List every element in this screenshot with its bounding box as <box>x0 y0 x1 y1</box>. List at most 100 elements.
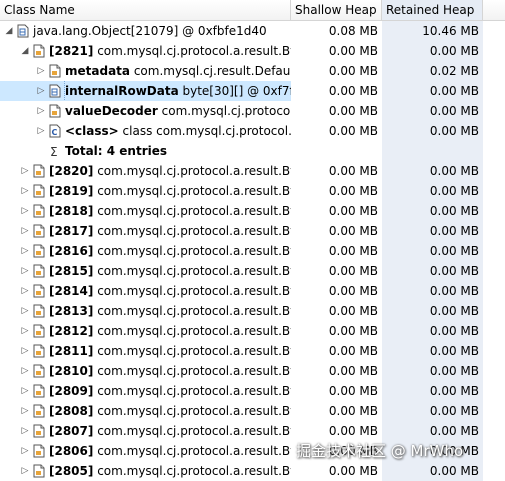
class-icon: C <box>49 124 61 138</box>
expand-toggle-collapsed-icon[interactable]: ▷ <box>20 181 30 201</box>
class-name-cell[interactable]: ▷ [2816] com.mysql.cj.protocol.a.result.B… <box>0 241 291 261</box>
tree-row[interactable]: ▷ [2814] com.mysql.cj.protocol.a.result.B… <box>0 281 505 301</box>
expand-toggle-collapsed-icon[interactable]: ▷ <box>36 61 46 81</box>
watermark: 掘金技术社区 @ MrWho <box>296 442 464 460</box>
class-name-cell[interactable]: ▷ [2810] com.mysql.cj.protocol.a.result.B… <box>0 361 291 381</box>
expand-toggle-collapsed-icon[interactable]: ▷ <box>20 201 30 221</box>
tree-row[interactable]: ▷ [2811] com.mysql.cj.protocol.a.result.B… <box>0 341 505 361</box>
expand-toggle-collapsed-icon[interactable]: ▷ <box>36 81 46 101</box>
retained-heap-cell: 0.02 MB <box>382 61 483 81</box>
object-icon <box>49 104 61 118</box>
tree-row[interactable]: ▷ [2819] com.mysql.cj.protocol.a.result.B… <box>0 181 505 201</box>
tree-row[interactable]: ▷ [2808] com.mysql.cj.protocol.a.result.B… <box>0 401 505 421</box>
row-field-name: [2817] <box>49 224 94 238</box>
column-header: Class Name Shallow Heap Retained Heap <box>0 0 505 21</box>
expand-toggle-collapsed-icon[interactable]: ▷ <box>20 441 30 461</box>
class-name-cell[interactable]: ▷ [2807] com.mysql.cj.protocol.a.result.B… <box>0 421 291 441</box>
expand-toggle-collapsed-icon[interactable]: ▷ <box>20 221 30 241</box>
expand-toggle-collapsed-icon[interactable]: ▷ <box>36 121 46 141</box>
retained-heap-cell: 0.00 MB <box>382 261 483 281</box>
tree-row[interactable]: ▷ [2809] com.mysql.cj.protocol.a.result.B… <box>0 381 505 401</box>
expand-toggle-collapsed-icon[interactable]: ▷ <box>20 421 30 441</box>
tree-row[interactable]: ▷ metadata com.mysql.cj.result.DefaultCol… <box>0 61 505 81</box>
tree-row[interactable]: ▷ [2820] com.mysql.cj.protocol.a.result.B… <box>0 161 505 181</box>
shallow-heap-cell: 0.00 MB <box>328 44 378 58</box>
class-name-cell[interactable]: ▷ [2811] com.mysql.cj.protocol.a.result.B… <box>0 341 291 361</box>
tree-row[interactable]: ▷ [2817] com.mysql.cj.protocol.a.result.B… <box>0 221 505 241</box>
tree-row[interactable]: ▷ internalRowData byte[30][] @ 0xf7fe0000… <box>0 81 505 101</box>
shallow-heap-cell <box>291 141 382 161</box>
row-class-text: com.mysql.cj.protocol.a.result.ByteArray… <box>97 364 291 378</box>
class-name-cell[interactable]: ▷ [2819] com.mysql.cj.protocol.a.result.B… <box>0 181 291 201</box>
expand-toggle-expanded-icon[interactable]: ◢ <box>4 21 14 41</box>
row-class-text: com.mysql.cj.protocol.a.result.ByteArray… <box>97 304 291 318</box>
column-retained-heap[interactable]: Retained Heap <box>382 0 483 20</box>
row-class-text: com.mysql.cj.protocol.a.result.ByteArray… <box>97 264 291 278</box>
row-field-name: [2807] <box>49 424 94 438</box>
expand-toggle-expanded-icon[interactable]: ◢ <box>20 41 30 61</box>
class-name-cell[interactable]: ▷ internalRowData byte[30][] @ 0xf7fe0000 <box>0 81 291 101</box>
row-class-text: com.mysql.cj.protocol.a.result.ByteArray… <box>97 224 291 238</box>
expand-toggle-collapsed-icon[interactable]: ▷ <box>20 461 30 481</box>
retained-heap-cell: 0.00 MB <box>382 461 483 481</box>
tree-row[interactable]: ▷ [2813] com.mysql.cj.protocol.a.result.B… <box>0 301 505 321</box>
class-name-cell[interactable]: ▷ [2817] com.mysql.cj.protocol.a.result.B… <box>0 221 291 241</box>
tree-row[interactable]: ▷ valueDecoder com.mysql.cj.protocol.a.My… <box>0 101 505 121</box>
class-name-cell[interactable]: ▷ [2812] com.mysql.cj.protocol.a.result.B… <box>0 321 291 341</box>
class-name-cell[interactable]: ▷ [2808] com.mysql.cj.protocol.a.result.B… <box>0 401 291 421</box>
tree-row[interactable]: ▷ [2812] com.mysql.cj.protocol.a.result.B… <box>0 321 505 341</box>
retained-heap-cell: 0.00 MB <box>382 201 483 221</box>
object-icon <box>33 164 45 178</box>
retained-heap-cell: 0.00 MB <box>382 361 483 381</box>
class-name-cell[interactable]: ▷ [2814] com.mysql.cj.protocol.a.result.B… <box>0 281 291 301</box>
class-name-cell[interactable]: ▷ [2813] com.mysql.cj.protocol.a.result.B… <box>0 301 291 321</box>
row-field-name: metadata <box>65 64 130 78</box>
object-icon <box>33 44 45 58</box>
row-label: [2818] com.mysql.cj.protocol.a.result.By… <box>49 201 291 221</box>
tree-blank-area <box>483 21 505 471</box>
tree-row[interactable]: Σ Total: 4 entries <box>0 141 505 161</box>
tree-row[interactable]: ▷ [2816] com.mysql.cj.protocol.a.result.B… <box>0 241 505 261</box>
shallow-heap-cell: 0.00 MB <box>328 164 378 178</box>
class-name-cell[interactable]: ▷ valueDecoder com.mysql.cj.protocol.a.My… <box>0 101 291 121</box>
class-name-cell[interactable]: ▷ [2820] com.mysql.cj.protocol.a.result.B… <box>0 161 291 181</box>
class-name-cell[interactable]: ▷ C <class> class com.mysql.cj.protocol.a.… <box>0 121 291 141</box>
tree-row[interactable]: ▷ [2805] com.mysql.cj.protocol.a.result.B… <box>0 461 505 481</box>
tree-row[interactable]: ▷ C <class> class com.mysql.cj.protocol.a.… <box>0 121 505 141</box>
expand-toggle-collapsed-icon[interactable]: ▷ <box>20 361 30 381</box>
expand-toggle-collapsed-icon[interactable]: ▷ <box>20 261 30 281</box>
class-name-cell[interactable]: ▷ metadata com.mysql.cj.result.DefaultCol… <box>0 61 291 81</box>
row-class-text: class com.mysql.cj.protocol.a.result.Byt… <box>122 124 291 138</box>
class-name-cell[interactable]: ◢ java.lang.Object[21079] @ 0xfbfe1d40 <box>0 21 291 41</box>
expand-toggle-collapsed-icon[interactable]: ▷ <box>20 161 30 181</box>
class-name-cell[interactable]: ▷ [2806] com.mysql.cj.protocol.a.result.B… <box>0 441 291 461</box>
class-name-cell[interactable]: ▷ [2805] com.mysql.cj.protocol.a.result.B… <box>0 461 291 481</box>
tree-row[interactable]: ▷ [2810] com.mysql.cj.protocol.a.result.B… <box>0 361 505 381</box>
tree-row[interactable]: ◢ java.lang.Object[21079] @ 0xfbfe1d40 0.0… <box>0 21 505 41</box>
tree-row[interactable]: ▷ [2815] com.mysql.cj.protocol.a.result.B… <box>0 261 505 281</box>
heap-tree[interactable]: ◢ java.lang.Object[21079] @ 0xfbfe1d40 0.0… <box>0 21 505 481</box>
class-name-cell[interactable]: Σ Total: 4 entries <box>0 141 291 161</box>
row-label: [2807] com.mysql.cj.protocol.a.result.By… <box>49 421 291 441</box>
tree-row[interactable]: ◢ [2821] com.mysql.cj.protocol.a.result.B… <box>0 41 505 61</box>
column-class-name[interactable]: Class Name <box>0 0 291 20</box>
expand-toggle-collapsed-icon[interactable]: ▷ <box>20 401 30 421</box>
class-name-cell[interactable]: ◢ [2821] com.mysql.cj.protocol.a.result.B… <box>0 41 291 61</box>
class-name-cell[interactable]: ▷ [2815] com.mysql.cj.protocol.a.result.B… <box>0 261 291 281</box>
row-class-text: com.mysql.cj.protocol.a.result.ByteArray… <box>97 464 291 478</box>
tree-row[interactable]: ▷ [2818] com.mysql.cj.protocol.a.result.B… <box>0 201 505 221</box>
column-shallow-heap[interactable]: Shallow Heap <box>291 0 382 20</box>
object-icon <box>49 64 61 78</box>
class-name-cell[interactable]: ▷ [2818] com.mysql.cj.protocol.a.result.B… <box>0 201 291 221</box>
expand-toggle-collapsed-icon[interactable]: ▷ <box>20 301 30 321</box>
expand-toggle-collapsed-icon[interactable]: ▷ <box>20 341 30 361</box>
class-name-cell[interactable]: ▷ [2809] com.mysql.cj.protocol.a.result.B… <box>0 381 291 401</box>
expand-toggle-collapsed-icon[interactable]: ▷ <box>36 101 46 121</box>
expand-toggle-collapsed-icon[interactable]: ▷ <box>20 241 30 261</box>
expand-toggle-collapsed-icon[interactable]: ▷ <box>20 321 30 341</box>
shallow-heap-cell: 0.00 MB <box>328 224 378 238</box>
tree-row[interactable]: ▷ [2807] com.mysql.cj.protocol.a.result.B… <box>0 421 505 441</box>
expand-toggle-collapsed-icon[interactable]: ▷ <box>20 381 30 401</box>
expand-toggle-collapsed-icon[interactable]: ▷ <box>20 281 30 301</box>
row-class-text: com.mysql.cj.protocol.a.MysqlTextValueDe… <box>161 104 291 118</box>
